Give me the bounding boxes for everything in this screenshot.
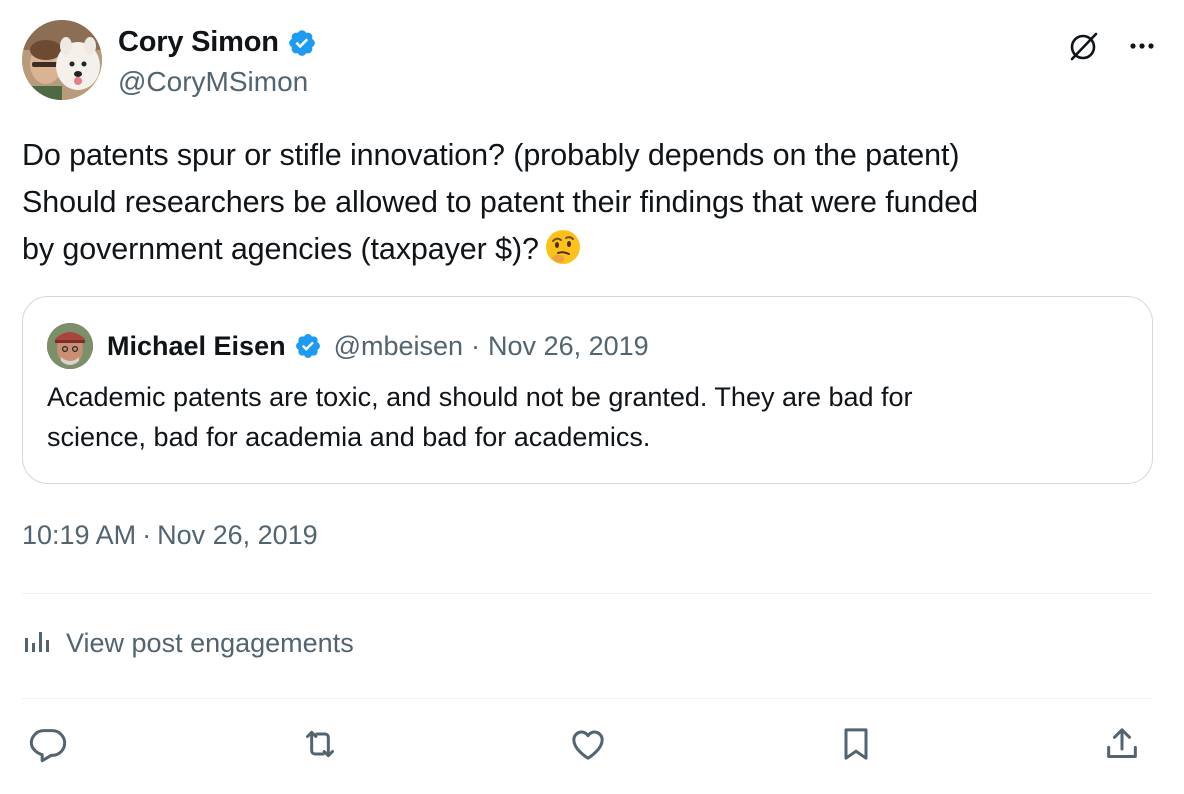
post-line: by government agencies (taxpayer $)?: [22, 232, 539, 266]
quoted-line: science, bad for academia and bad for ac…: [47, 422, 651, 452]
quoted-post-card[interactable]: Michael Eisen @mbeisen · Nov 26, 2019 Ac…: [22, 296, 1153, 484]
quoted-author-avatar[interactable]: [47, 323, 93, 369]
author-display-name[interactable]: Cory Simon: [118, 26, 279, 59]
like-button[interactable]: [564, 722, 612, 770]
quoted-date[interactable]: Nov 26, 2019: [488, 331, 649, 362]
quoted-post-header: Michael Eisen @mbeisen · Nov 26, 2019: [47, 323, 649, 369]
analytics-icon: [22, 626, 52, 661]
bookmark-button[interactable]: [832, 722, 880, 770]
thinking-face-emoji-icon: [543, 227, 583, 267]
post-line: Should researchers be allowed to patent …: [22, 185, 978, 219]
grok-icon[interactable]: [1066, 28, 1102, 64]
post-time[interactable]: 10:19 AM: [22, 520, 136, 551]
quoted-post-body: Academic patents are toxic, and should n…: [47, 377, 1107, 457]
divider: [22, 698, 1153, 699]
post-timestamp: 10:19 AM · Nov 26, 2019: [22, 520, 318, 551]
repost-icon: [300, 724, 340, 769]
post-line: Do patents spur or stifle innovation? (p…: [22, 138, 960, 172]
divider: [22, 593, 1153, 594]
verified-badge-icon[interactable]: [287, 28, 317, 58]
quoted-verified-badge-icon: [294, 332, 322, 360]
post-date[interactable]: Nov 26, 2019: [157, 520, 318, 551]
more-options-icon[interactable]: [1124, 28, 1160, 64]
reply-icon: [28, 724, 68, 769]
author-name-row: Cory Simon: [118, 26, 317, 59]
bookmark-icon: [836, 724, 876, 769]
engagements-label: View post engagements: [66, 628, 354, 658]
quoted-author-handle[interactable]: @mbeisen: [334, 331, 463, 362]
view-engagements-link[interactable]: View post engagements: [22, 626, 354, 661]
post-body: Do patents spur or stifle innovation? (p…: [22, 132, 1162, 273]
action-bar: [0, 722, 1184, 772]
repost-button[interactable]: [296, 722, 344, 770]
quoted-line: Academic patents are toxic, and should n…: [47, 382, 913, 412]
post-header: Cory Simon @CoryMSimon: [22, 20, 1162, 102]
quoted-separator: ·: [471, 330, 481, 361]
author-avatar[interactable]: [22, 20, 102, 100]
share-button[interactable]: [1098, 722, 1146, 770]
share-icon: [1102, 724, 1142, 769]
top-actions: [1066, 28, 1160, 64]
reply-button[interactable]: [24, 722, 72, 770]
timestamp-separator: ·: [142, 520, 152, 550]
author-handle[interactable]: @CoryMSimon: [118, 66, 308, 98]
like-icon: [568, 724, 608, 769]
quoted-author-name[interactable]: Michael Eisen: [107, 331, 286, 362]
post-line-last: by government agencies (taxpayer $)?: [22, 226, 1162, 273]
